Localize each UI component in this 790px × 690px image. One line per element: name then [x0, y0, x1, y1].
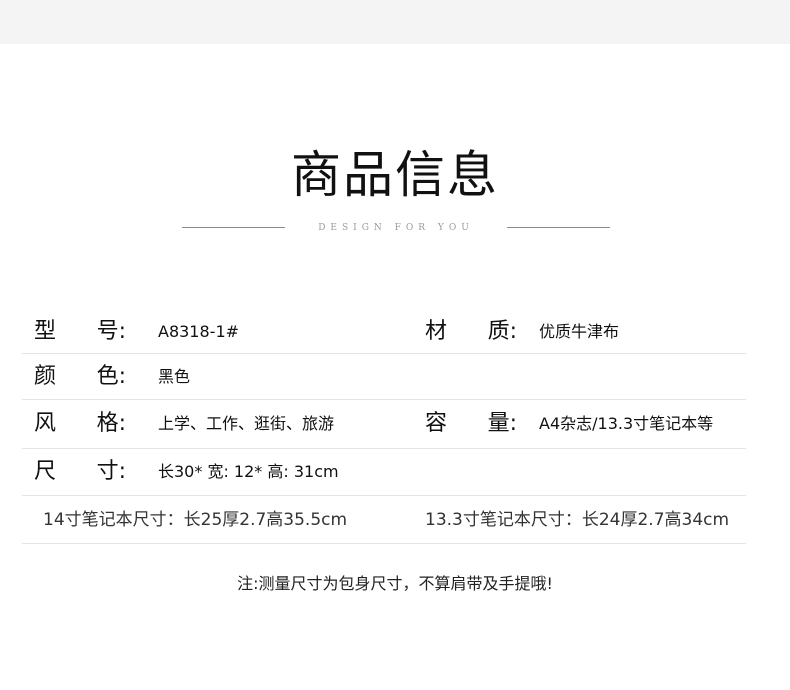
top-band	[0, 0, 790, 44]
section-title: 商品信息	[291, 146, 499, 204]
spec-value-color: 黑色	[158, 366, 191, 386]
spec-value-style: 上学、工作、逛街、旅游	[158, 414, 335, 433]
subtitle-divider-right	[507, 227, 610, 228]
spec-value-dimensions: 长30* 宽: 12* 高: 31cm	[158, 462, 339, 481]
spec-label-model: 型号:	[34, 318, 126, 344]
laptop-size-13: 13.3寸笔记本尺寸：长24厚2.7高34cm	[425, 510, 730, 530]
spec-label-dimensions: 尺寸:	[34, 459, 126, 484]
laptop-size-row: 14寸笔记本尺寸：长25厚2.7高35.5cm 13.3寸笔记本尺寸：长24厚2…	[22, 496, 746, 544]
spec-value-material: 优质牛津布	[539, 321, 620, 341]
spec-label-material: 材质:	[425, 318, 517, 344]
subtitle-row: DESIGN FOR YOU	[0, 220, 790, 236]
measurement-note: 注:测量尺寸为包身尺寸，不算肩带及手提哦!	[237, 574, 553, 593]
laptop-size-14: 14寸笔记本尺寸：长25厚2.7高35.5cm	[43, 510, 348, 530]
spec-row-dimensions: 尺寸: 长30* 宽: 12* 高: 31cm	[22, 449, 746, 496]
spec-label-color: 颜色:	[34, 363, 126, 389]
spec-label-style: 风格:	[34, 411, 126, 436]
spec-row-color: 颜色: 黑色	[22, 354, 746, 400]
section-subtitle: DESIGN FOR YOU	[318, 223, 474, 233]
spec-row-model: 型号: A8318-1# 材质: 优质牛津布	[22, 310, 746, 354]
spec-row-style: 风格: 上学、工作、逛街、旅游 容量: A4杂志/13.3寸笔记本等	[22, 400, 746, 449]
subtitle-divider-left	[182, 227, 285, 228]
spec-value-model: A8318-1#	[158, 321, 240, 341]
spec-value-capacity: A4杂志/13.3寸笔记本等	[539, 414, 714, 433]
spec-label-capacity: 容量:	[425, 411, 517, 436]
